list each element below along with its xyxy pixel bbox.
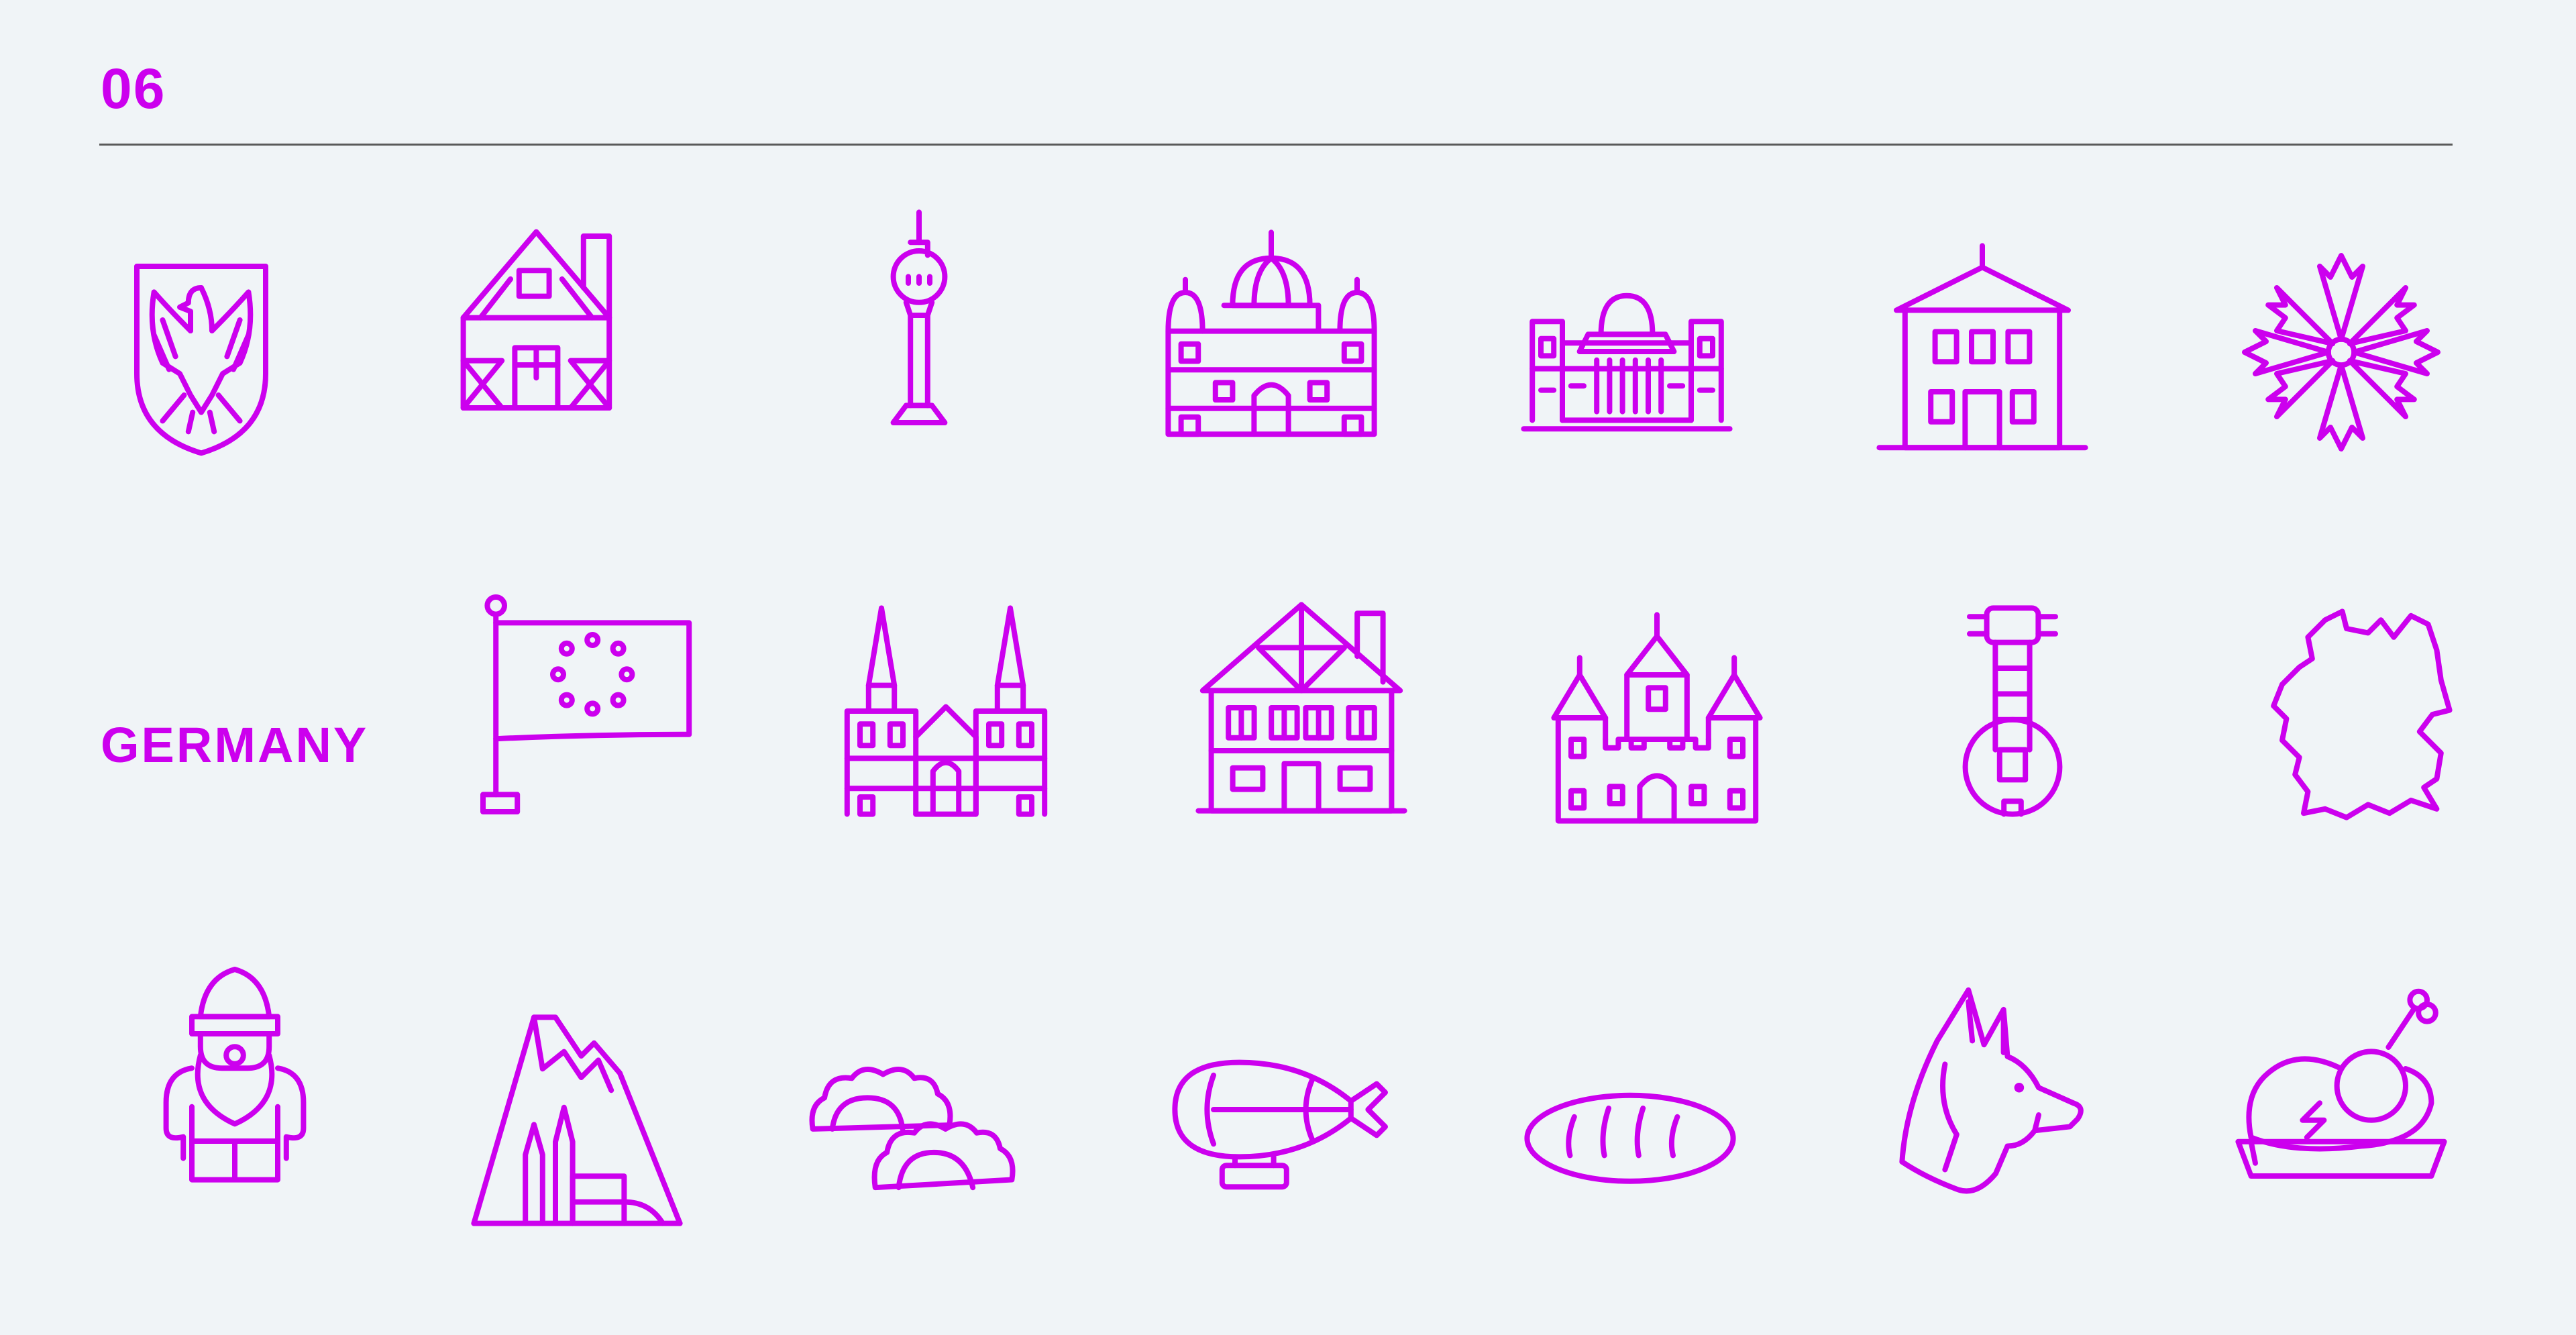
half-timbered-house-icon bbox=[446, 215, 661, 429]
banjo-icon bbox=[1905, 604, 2120, 818]
zeppelin-icon bbox=[1171, 1013, 1385, 1228]
eagle-coat-of-arms-icon bbox=[94, 245, 309, 460]
timber-frame-house-icon bbox=[1194, 600, 1409, 815]
cornflower-icon bbox=[2234, 245, 2449, 460]
eu-flag-icon bbox=[483, 597, 698, 812]
germany-map-icon bbox=[2261, 607, 2475, 822]
tv-tower-icon bbox=[812, 208, 1026, 423]
divider-line bbox=[99, 144, 2453, 146]
roast-chicken-icon bbox=[2234, 983, 2449, 1197]
garden-gnome-icon bbox=[127, 969, 342, 1184]
section-number: 06 bbox=[101, 57, 166, 120]
cologne-cathedral-icon bbox=[839, 604, 1053, 818]
dumplings-icon bbox=[805, 1020, 1020, 1234]
bread-loaf-icon bbox=[1523, 1033, 1737, 1248]
castle-icon bbox=[1550, 610, 1764, 825]
mountain-castle-icon bbox=[470, 1013, 684, 1228]
cathedral-dome-icon bbox=[1164, 228, 1379, 443]
reichstag-icon bbox=[1519, 255, 1734, 470]
town-hall-icon bbox=[1875, 242, 2090, 456]
shepherd-dog-icon bbox=[1888, 986, 2103, 1201]
set-title: GERMANY bbox=[101, 717, 369, 773]
